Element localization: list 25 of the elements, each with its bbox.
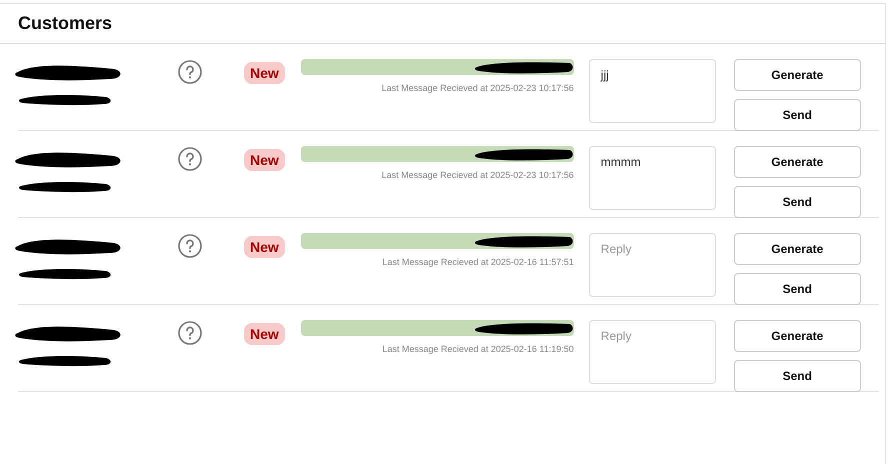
status-badge: New: [244, 236, 285, 258]
send-button[interactable]: Send: [734, 99, 861, 131]
help-icon[interactable]: [178, 60, 202, 84]
send-button[interactable]: Send: [734, 360, 861, 392]
send-button[interactable]: Send: [734, 186, 861, 218]
generate-button[interactable]: Generate: [734, 233, 861, 265]
reply-field[interactable]: Reply: [588, 233, 716, 297]
timestamp: Last Message Recieved at 2025-02-16 11:57:51: [382, 257, 574, 267]
page-title: Customers: [18, 13, 112, 34]
timestamp: Last Message Recieved at 2025-02-23 10:17:56: [382, 83, 574, 93]
generate-button[interactable]: Generate: [734, 146, 861, 178]
send-button[interactable]: Send: [734, 273, 861, 305]
status-badge: New: [244, 149, 285, 171]
reply-field[interactable]: mmmm: [588, 146, 716, 210]
status-badge: New: [244, 62, 285, 84]
generate-button[interactable]: Generate: [734, 59, 861, 91]
status-badge: New: [244, 323, 285, 345]
help-icon[interactable]: [178, 234, 202, 258]
help-icon[interactable]: [178, 147, 202, 171]
timestamp: Last Message Recieved at 2025-02-23 10:17:56: [382, 170, 574, 180]
generate-button[interactable]: Generate: [734, 320, 861, 352]
reply-field[interactable]: jjj: [588, 59, 716, 123]
timestamp: Last Message Recieved at 2025-02-16 11:19:50: [382, 344, 574, 354]
help-icon[interactable]: [178, 321, 202, 345]
reply-field[interactable]: Reply: [588, 320, 716, 384]
